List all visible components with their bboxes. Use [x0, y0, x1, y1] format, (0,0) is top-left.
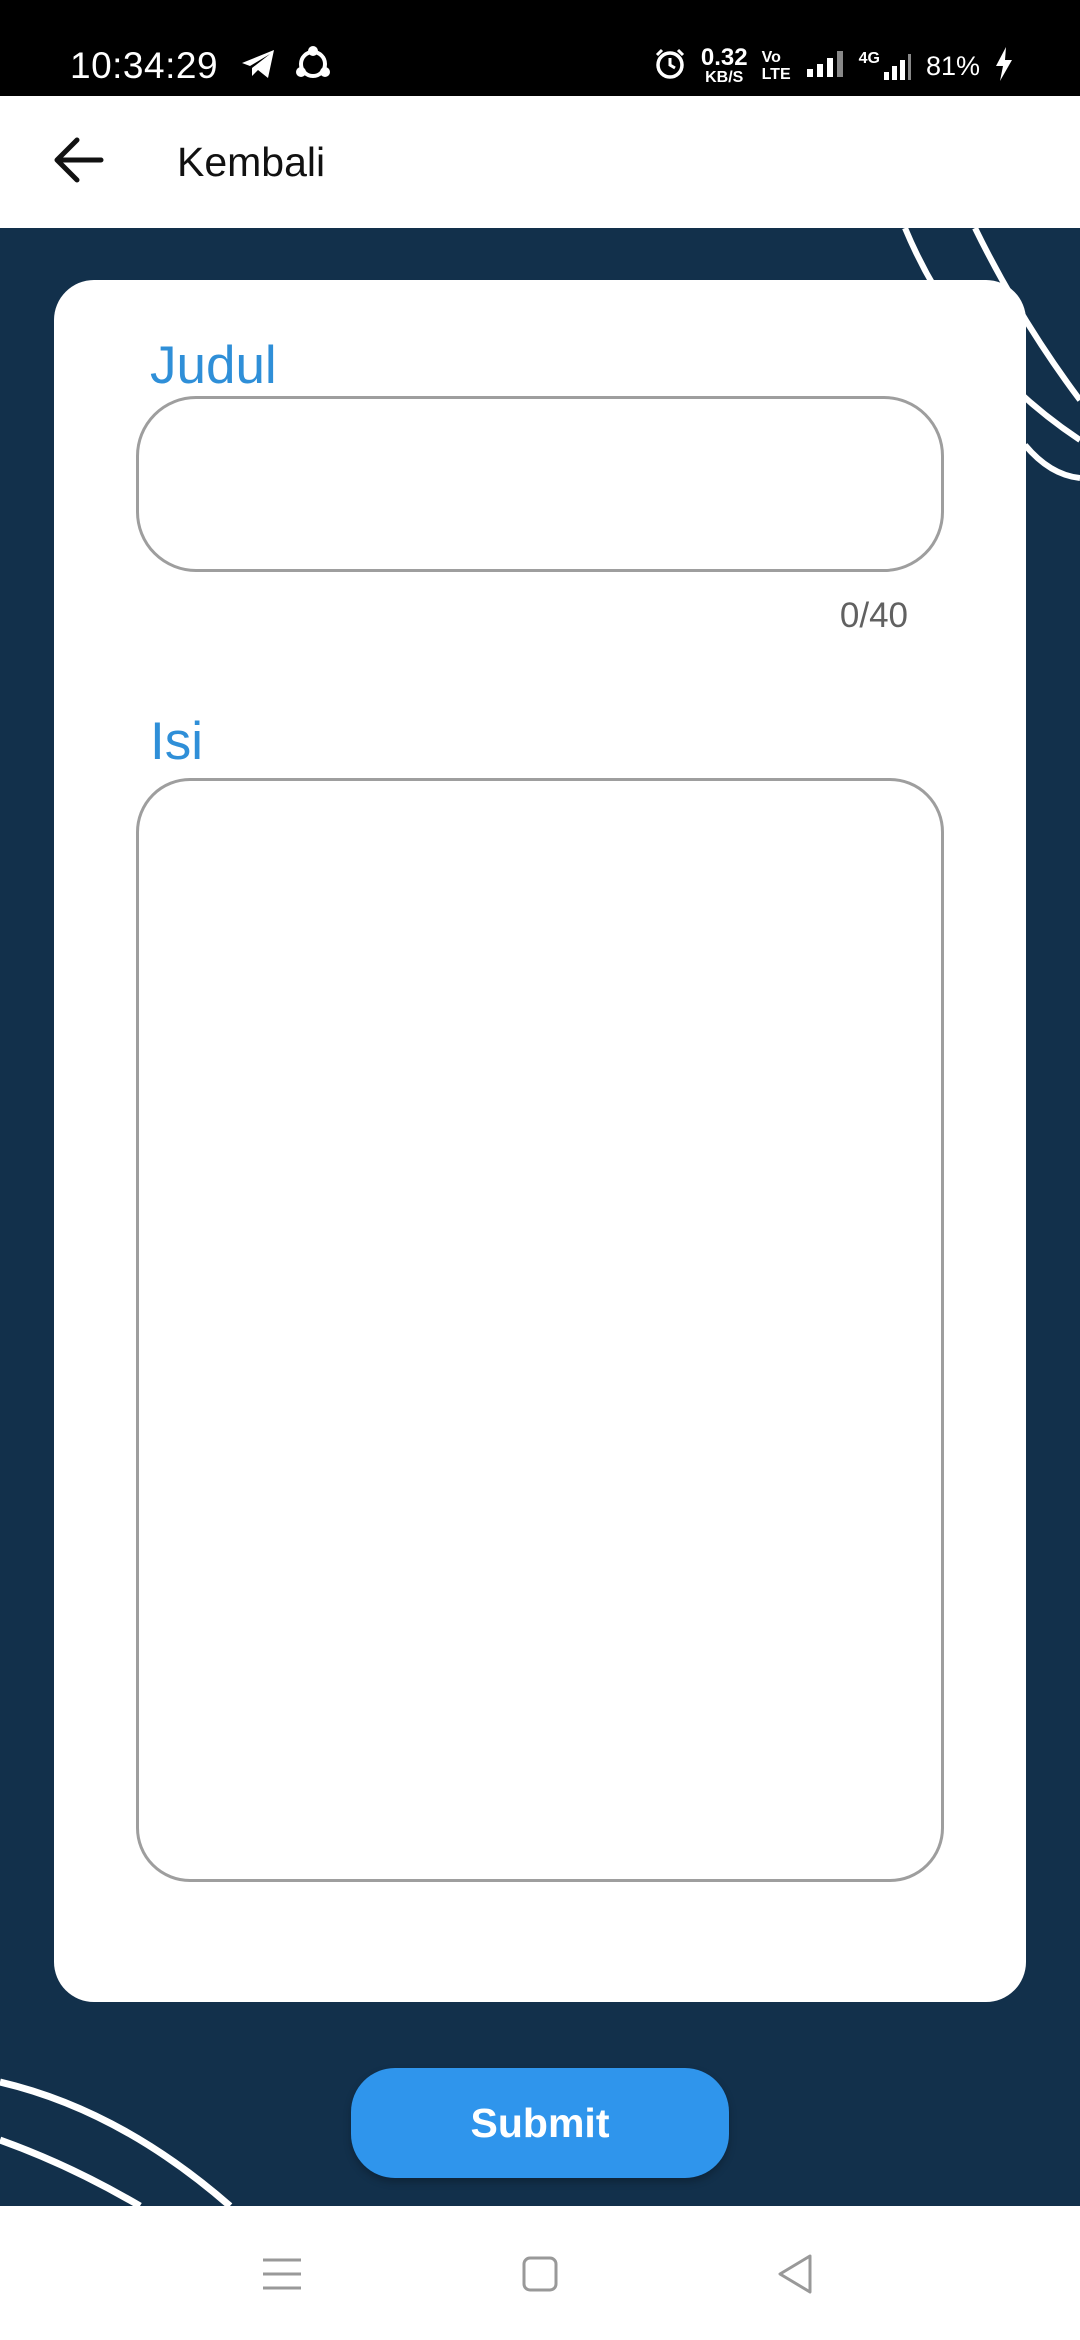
content-label: Isi — [150, 712, 203, 771]
app-bar: Kembali — [0, 96, 1080, 228]
network-speed: 0.32 KB/S — [700, 44, 748, 86]
back-button[interactable] — [36, 120, 120, 204]
recent-apps-button[interactable] — [242, 2236, 322, 2316]
system-nav-bar — [0, 2206, 1080, 2340]
content-textarea[interactable] — [136, 778, 944, 1882]
signal-icon — [805, 49, 845, 84]
status-bar: 10:34:29 0.32 KB/S Vo LTE 4G 81% — [0, 0, 1080, 96]
arrow-left-icon — [51, 135, 105, 190]
back-nav-button[interactable] — [755, 2236, 835, 2316]
signal-4g-icon: 4G — [859, 50, 912, 82]
title-char-counter: 0/40 — [839, 596, 908, 635]
submit-button[interactable]: Submit — [351, 2068, 729, 2178]
page-title[interactable]: Kembali — [177, 138, 325, 186]
home-button[interactable] — [500, 2236, 580, 2316]
menu-icon — [261, 2256, 303, 2297]
title-label: Judul — [150, 336, 277, 395]
form-card: Judul 0/40 Isi — [54, 280, 1026, 2002]
battery-percent: 81% — [925, 50, 980, 81]
title-input[interactable] — [136, 396, 944, 572]
back-triangle-icon — [776, 2253, 814, 2300]
status-time: 10:34:29 — [70, 45, 219, 86]
shareit-icon — [294, 45, 332, 88]
home-square-icon — [521, 2255, 559, 2298]
telegram-icon — [240, 48, 276, 85]
charging-icon — [994, 46, 1014, 86]
volte-indicator: Vo LTE — [761, 49, 791, 83]
alarm-icon — [653, 47, 687, 86]
